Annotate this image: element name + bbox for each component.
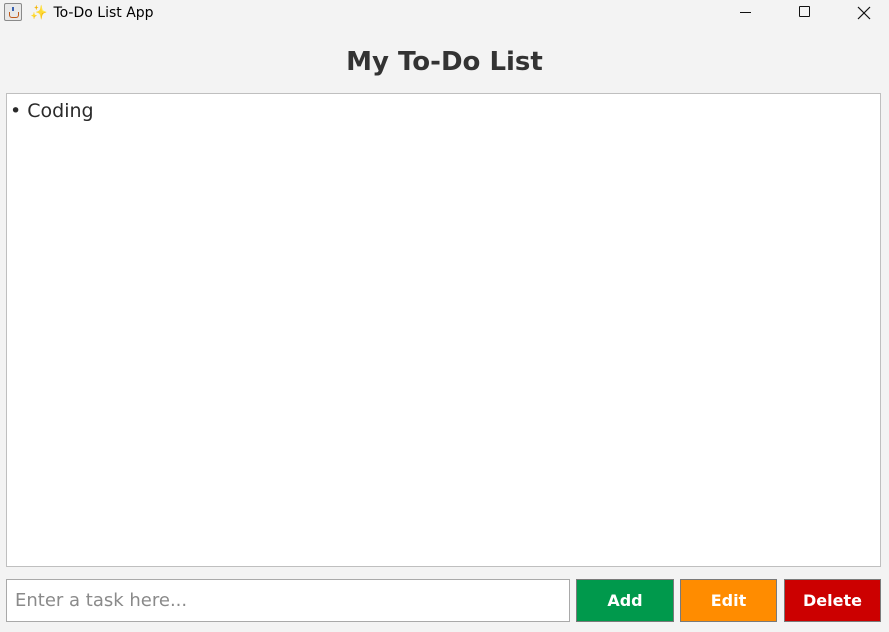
close-icon	[857, 6, 871, 20]
sparkle-icon: ✨	[30, 5, 48, 21]
page-title: My To-Do List	[346, 47, 543, 77]
close-button[interactable]	[834, 0, 889, 26]
list-item[interactable]: • Coding	[10, 98, 877, 124]
app-window: ✨ To-Do List App My To-Do List • Coding A…	[0, 0, 889, 632]
task-list[interactable]: • Coding	[6, 93, 881, 567]
java-app-icon	[4, 3, 22, 21]
task-input[interactable]	[6, 579, 570, 622]
maximize-button[interactable]	[775, 0, 833, 26]
delete-button[interactable]: Delete	[784, 579, 881, 622]
minimize-button[interactable]	[716, 0, 774, 26]
title-bar[interactable]: ✨ To-Do List App	[0, 0, 889, 26]
window-title: ✨ To-Do List App	[30, 4, 154, 22]
edit-button[interactable]: Edit	[680, 579, 777, 622]
window-title-label: To-Do List App	[53, 5, 154, 21]
add-button[interactable]: Add	[576, 579, 674, 622]
